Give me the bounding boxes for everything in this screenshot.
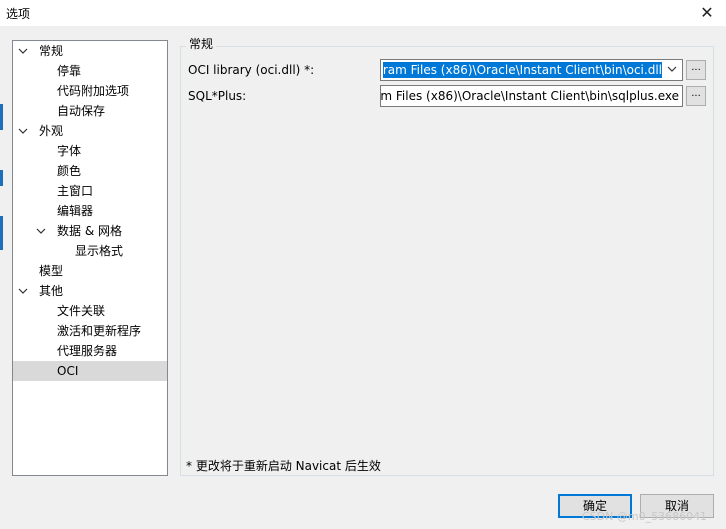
tree-item[interactable]: 颜色	[13, 161, 167, 181]
oci-library-value: ogram Files (x86)\Oracle\Instant Client\…	[383, 62, 662, 78]
sqlplus-label: SQL*Plus:	[188, 89, 247, 103]
tree-item[interactable]: 字体	[13, 141, 167, 161]
tree-item[interactable]: 文件关联	[13, 301, 167, 321]
tree-item[interactable]: 常规	[13, 41, 167, 61]
tree-item-label: 文件关联	[57, 304, 106, 318]
chevron-down-icon[interactable]	[35, 221, 47, 241]
title-bar	[0, 0, 726, 26]
tree-item[interactable]: 显示格式	[13, 241, 167, 261]
tree-item-label: 停靠	[57, 64, 82, 78]
options-tree[interactable]: 常规停靠代码附加选项 自动保存外观字体颜色主窗口编辑器数据 & 网格显示格式 模型其…	[12, 40, 168, 476]
sqlplus-path-value: ram Files (x86)\Oracle\Instant Client\bi…	[381, 89, 679, 103]
tree-item-label: 代理服务器	[57, 344, 118, 358]
background-window-edge	[0, 104, 3, 130]
tree-item-label: 主窗口	[57, 184, 94, 198]
background-window-edge	[0, 216, 3, 250]
chevron-down-icon[interactable]	[17, 121, 29, 141]
tree-item[interactable]: 代理服务器	[13, 341, 167, 361]
tree-item[interactable]: 其他	[13, 281, 167, 301]
tree-item[interactable]: 自动保存	[13, 101, 167, 121]
tree-item-label: 其他	[39, 284, 64, 298]
settings-group	[180, 46, 714, 476]
tree-item[interactable]: OCI	[13, 361, 167, 381]
sqlplus-path-input[interactable]: ram Files (x86)\Oracle\Instant Client\bi…	[380, 85, 683, 107]
chevron-down-icon[interactable]	[17, 41, 29, 61]
tree-item-label: 外观	[39, 124, 64, 138]
tree-item-label: 代码附加选项	[57, 84, 130, 98]
chevron-down-icon[interactable]	[17, 281, 29, 301]
tree-item[interactable]: 编辑器	[13, 201, 167, 221]
group-caption: 常规	[186, 35, 217, 52]
window-title: 选项	[6, 7, 31, 21]
tree-item[interactable]: 激活和更新程序	[13, 321, 167, 341]
tree-item[interactable]: 数据 & 网格	[13, 221, 167, 241]
restart-note: * 更改将于重新启动 Navicat 后生效	[186, 459, 381, 473]
tree-item-label: 编辑器	[57, 204, 94, 218]
tree-item-label: OCI	[57, 364, 79, 378]
sqlplus-browse-button[interactable]: ...	[686, 86, 706, 106]
tree-item[interactable]: 主窗口	[13, 181, 167, 201]
chevron-down-icon[interactable]	[664, 62, 680, 78]
tree-item[interactable]: 外观	[13, 121, 167, 141]
oci-library-combobox[interactable]: ogram Files (x86)\Oracle\Instant Client\…	[380, 59, 683, 81]
tree-item[interactable]: 模型	[13, 261, 167, 281]
tree-item[interactable]: 停靠	[13, 61, 167, 81]
close-icon[interactable]: ✕	[694, 2, 720, 24]
tree-item-label: 自动保存	[57, 104, 106, 118]
tree-item-label: 显示格式	[75, 244, 124, 258]
tree-item-label: 常规	[39, 44, 64, 58]
tree-item-label: 颜色	[57, 164, 82, 178]
tree-item[interactable]: 代码附加选项	[13, 81, 167, 101]
tree-item-label: 模型	[39, 264, 64, 278]
background-window-edge	[0, 170, 3, 186]
oci-library-browse-button[interactable]: ...	[686, 60, 706, 80]
oci-library-label: OCI library (oci.dll) *:	[188, 63, 315, 77]
tree-item-label: 字体	[57, 144, 82, 158]
tree-item-label: 数据 & 网格	[57, 224, 122, 238]
tree-item-label: 激活和更新程序	[57, 324, 142, 338]
watermark: CSDN @m0_53686041	[582, 510, 708, 523]
